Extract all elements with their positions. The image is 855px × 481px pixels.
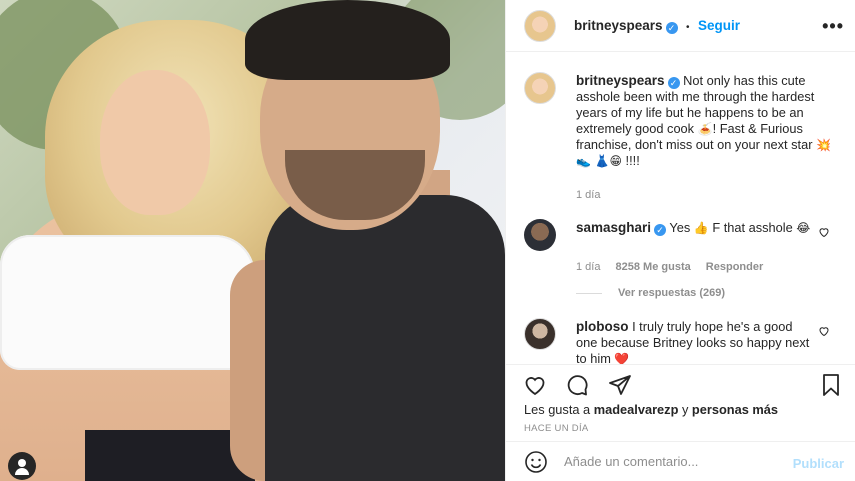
comment-username[interactable]: samasghari xyxy=(576,220,651,235)
instagram-post: britneyspears ✓ • Seguir ••• britneyspear… xyxy=(0,0,855,481)
comment-likes-count[interactable]: 8258 Me gusta xyxy=(616,261,691,273)
caption-username[interactable]: britneyspears xyxy=(576,73,665,88)
post-comment-button[interactable]: Publicar xyxy=(793,456,844,471)
white-crop-top xyxy=(0,235,255,370)
post-header: britneyspears ✓ • Seguir ••• xyxy=(506,0,855,52)
post-side-panel: britneyspears ✓ • Seguir ••• britneyspear… xyxy=(505,0,855,481)
author-line: britneyspears ✓ • Seguir xyxy=(574,17,740,35)
comment-text: Yes xyxy=(669,220,691,235)
caption-avatar[interactable] xyxy=(524,72,556,104)
comment-time[interactable]: 1 día xyxy=(576,261,600,273)
comment: ploboso I truly truly hope he's a good o… xyxy=(576,319,811,364)
bookmark-icon[interactable] xyxy=(819,373,843,397)
red-heart-emoji: ❤️ xyxy=(614,352,630,364)
likes-summary: Les gusta a madealvarezp y personas más xyxy=(524,402,778,417)
comment-icon[interactable] xyxy=(564,373,590,397)
laughing-emoji: 😂 xyxy=(796,221,811,235)
reply-button[interactable]: Responder xyxy=(706,261,763,273)
comment-like-icon[interactable] xyxy=(818,226,830,238)
verified-badge-icon: ✓ xyxy=(654,224,667,236)
caption: britneyspears ✓ Not only has this cute as… xyxy=(576,73,831,169)
liker-username[interactable]: madealvarezp xyxy=(594,402,679,417)
view-replies-button[interactable]: Ver respuestas (269) xyxy=(618,287,725,299)
dress-grin-emoji: 👗😁 xyxy=(594,154,622,168)
comment-like-icon[interactable] xyxy=(818,325,830,337)
user-tag-icon[interactable] xyxy=(8,452,36,480)
commenter-avatar[interactable] xyxy=(524,318,556,350)
author-username[interactable]: britneyspears xyxy=(574,18,663,33)
comment-text: F that asshole xyxy=(712,220,793,235)
author-avatar[interactable] xyxy=(524,10,556,42)
emoji-icon[interactable] xyxy=(524,450,548,474)
comment: samasghari ✓ Yes 👍 F that asshole 😂 xyxy=(576,220,811,236)
thumbs-up-emoji: 👍 xyxy=(693,221,709,235)
likes-prefix: Les gusta a xyxy=(524,402,591,417)
follow-button[interactable]: Seguir xyxy=(698,18,740,33)
likes-others-link[interactable]: personas más xyxy=(692,402,778,417)
post-timestamp[interactable]: HACE UN DÍA xyxy=(524,423,589,434)
comment-username[interactable]: ploboso xyxy=(576,319,629,334)
separator-dot: • xyxy=(686,22,690,33)
pasta-emoji: 🍝 xyxy=(697,122,713,136)
comment-composer: Publicar xyxy=(506,441,855,481)
comment-input[interactable] xyxy=(564,454,774,469)
replies-divider xyxy=(576,293,602,294)
caption-time[interactable]: 1 día xyxy=(576,189,600,201)
heart-icon[interactable] xyxy=(522,373,548,397)
commenter-avatar[interactable] xyxy=(524,219,556,251)
post-photo[interactable] xyxy=(0,0,505,481)
verified-badge-icon: ✓ xyxy=(665,22,678,34)
woman-face xyxy=(100,70,210,215)
verified-badge-icon: ✓ xyxy=(667,77,680,89)
action-bar xyxy=(506,364,855,404)
likes-middle: y xyxy=(681,402,689,417)
caption-text: !!!! xyxy=(625,153,640,168)
black-tank-top xyxy=(265,195,505,481)
man-hair xyxy=(245,0,450,80)
comments-list[interactable]: britneyspears ✓ Not only has this cute as… xyxy=(506,52,855,364)
share-icon[interactable] xyxy=(607,373,633,397)
more-options-icon[interactable]: ••• xyxy=(822,16,844,37)
comment-meta: 1 día 8258 Me gusta Responder xyxy=(576,261,763,273)
